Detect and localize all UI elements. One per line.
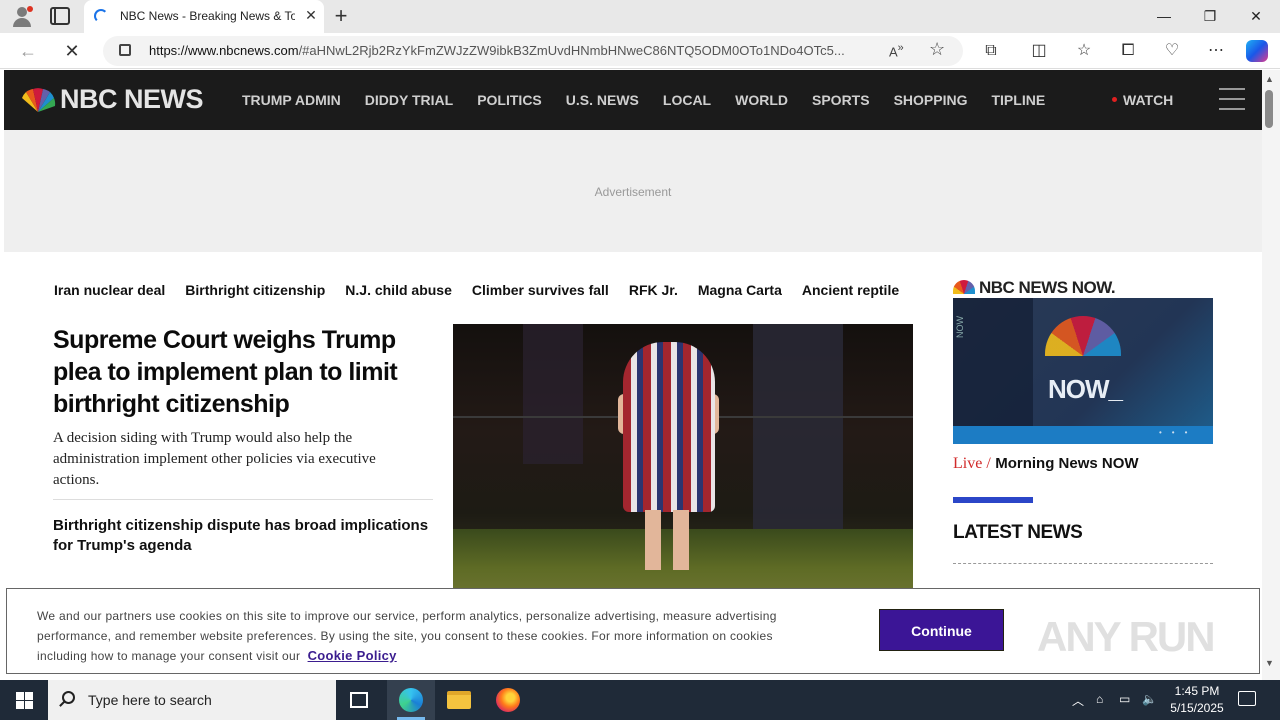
trending-topics: Iran nuclear deal Birthright citizenship… <box>54 282 899 298</box>
browser-essentials-icon[interactable]: ♡ <box>1162 41 1182 61</box>
collections-icon[interactable]: ⧠ <box>1118 41 1138 61</box>
section-accent-rule <box>953 497 1033 503</box>
minimize-button[interactable]: — <box>1141 4 1187 28</box>
topic-link[interactable]: Iran nuclear deal <box>54 282 165 298</box>
topic-link[interactable]: Magna Carta <box>698 282 782 298</box>
divider <box>53 499 433 500</box>
site-header: NBC NEWS TRUMP ADMIN DIDDY TRIAL POLITIC… <box>4 70 1262 130</box>
peacock-icon <box>953 280 975 294</box>
cookie-text: We and our partners use cookies on this … <box>37 609 777 663</box>
cookie-policy-link[interactable]: Cookie Policy <box>308 648 397 663</box>
page-scrollbar[interactable]: ▲ ▼ <box>1262 70 1280 680</box>
device-icon[interactable]: ⌂ <box>1096 692 1103 706</box>
live-video-player[interactable]: NOW NOW_ ••• <box>953 298 1213 444</box>
file-explorer-button[interactable] <box>435 680 483 720</box>
topic-link[interactable]: Ancient reptile <box>802 282 899 298</box>
advertisement-label: Advertisement <box>594 185 672 199</box>
address-bar[interactable]: https://www.nbcnews.com/#aHNwL2Rjb2RzYkF… <box>103 36 963 66</box>
live-show-title: Morning News NOW <box>995 455 1139 472</box>
firefox-icon <box>496 688 520 712</box>
divider <box>953 563 1213 564</box>
profile-icon[interactable] <box>10 5 34 29</box>
new-tab-button[interactable]: + <box>330 4 352 28</box>
browser-toolbar: ← ✕ https://www.nbcnews.com/#aHNwL2Rjb2R… <box>0 33 1280 69</box>
firefox-button[interactable] <box>484 680 532 720</box>
nav-us-news[interactable]: U.S. NEWS <box>566 92 639 108</box>
tab-actions-icon[interactable] <box>50 7 70 25</box>
lead-photo[interactable] <box>453 324 913 594</box>
live-show-link[interactable]: Live / Morning News NOW <box>953 455 1139 473</box>
main-nav: TRUMP ADMIN DIDDY TRIAL POLITICS U.S. NE… <box>242 92 1045 108</box>
cookie-banner: We and our partners use cookies on this … <box>6 588 1260 674</box>
nbc-news-logo[interactable]: NBC NEWS <box>60 84 204 115</box>
chevron-up-icon[interactable]: ︿ <box>1072 692 1084 709</box>
nav-diddy-trial[interactable]: DIDDY TRIAL <box>365 92 453 108</box>
search-icon <box>62 691 75 704</box>
now-video-title: NOW_ <box>1048 374 1123 404</box>
clock-time: 1:45 PM <box>1174 684 1220 698</box>
close-tab-icon[interactable]: ✕ <box>302 6 320 24</box>
puzzle-icon[interactable]: ⧉ <box>981 41 1001 61</box>
scroll-down-icon[interactable]: ▼ <box>1265 658 1274 668</box>
ellipsis-icon[interactable]: ⋯ <box>1206 41 1226 61</box>
search-placeholder: Type here to search <box>88 692 212 708</box>
tab-title: NBC News - Breaking News & To <box>120 9 295 23</box>
edge-icon <box>399 688 423 712</box>
video-dots-icon: ••• <box>1159 428 1198 437</box>
lead-headline[interactable]: Supreme Court weighs Trump plea to imple… <box>53 324 433 420</box>
nbc-news-now-logo[interactable]: NBC NEWS NOW. <box>953 278 1116 298</box>
topic-link[interactable]: RFK Jr. <box>629 282 678 298</box>
topic-link[interactable]: Birthright citizenship <box>185 282 325 298</box>
nav-local[interactable]: LOCAL <box>663 92 711 108</box>
task-view-icon <box>350 692 368 708</box>
web-page-viewport: NBC NEWS TRUMP ADMIN DIDDY TRIAL POLITIC… <box>4 70 1262 680</box>
continue-button[interactable]: Continue <box>879 609 1004 651</box>
topic-link[interactable]: N.J. child abuse <box>345 282 452 298</box>
read-aloud-icon[interactable]: A» <box>889 42 904 59</box>
close-window-button[interactable]: ✕ <box>1233 4 1279 28</box>
network-icon[interactable]: ▭ <box>1119 692 1130 706</box>
copilot-icon[interactable] <box>1246 40 1268 62</box>
split-screen-icon[interactable]: ◫ <box>1029 41 1049 61</box>
stop-icon[interactable]: ✕ <box>60 39 84 63</box>
favorites-icon[interactable]: ☆ <box>1074 41 1094 61</box>
latest-news-heading: LATEST NEWS <box>953 522 1083 543</box>
nav-world[interactable]: WORLD <box>735 92 788 108</box>
task-view-button[interactable] <box>336 680 384 720</box>
clock-date: 5/15/2025 <box>1170 701 1224 715</box>
anyrun-watermark: ANY RUN <box>1037 613 1216 660</box>
lead-dek: A decision siding with Trump would also … <box>53 430 376 488</box>
nav-politics[interactable]: POLITICS <box>477 92 542 108</box>
nav-shopping[interactable]: SHOPPING <box>894 92 968 108</box>
restore-button[interactable]: ❐ <box>1187 4 1233 28</box>
star-icon[interactable]: ☆ <box>929 39 945 60</box>
live-label: Live / <box>953 455 991 472</box>
edge-taskbar-button[interactable] <box>387 680 435 720</box>
nav-trump-admin[interactable]: TRUMP ADMIN <box>242 92 341 108</box>
browser-tab-active[interactable]: NBC News - Breaking News & To ✕ <box>84 0 324 33</box>
nav-sports[interactable]: SPORTS <box>812 92 870 108</box>
windows-taskbar: Type here to search ︿ ⌂ ▭ 🔈 1:45 PM 5/15… <box>0 680 1280 720</box>
lock-icon <box>119 44 131 56</box>
topic-link[interactable]: Climber survives fall <box>472 282 609 298</box>
notification-icon[interactable] <box>1238 691 1256 706</box>
scroll-up-icon[interactable]: ▲ <box>1265 74 1274 84</box>
nbc-peacock-icon[interactable] <box>20 88 56 112</box>
watch-live-link[interactable]: WATCH <box>1112 92 1173 108</box>
windows-start-icon[interactable] <box>16 692 33 709</box>
volume-icon[interactable]: 🔈 <box>1142 692 1157 706</box>
url-text[interactable]: https://www.nbcnews.com/#aHNwL2Rjb2RzYkF… <box>149 43 889 58</box>
ad-slot: Advertisement <box>4 130 1262 252</box>
loading-spinner-icon <box>94 9 108 23</box>
taskbar-search[interactable]: Type here to search <box>48 680 336 720</box>
scrollbar-thumb[interactable] <box>1265 90 1273 128</box>
related-headline[interactable]: Birthright citizenship dispute has broad… <box>53 516 433 556</box>
nav-tipline[interactable]: TIPLINE <box>991 92 1045 108</box>
browser-tab-strip: NBC News - Breaking News & To ✕ + — ❐ ✕ <box>0 0 1280 33</box>
taskbar-clock[interactable]: 1:45 PM 5/15/2025 <box>1162 683 1232 717</box>
folder-icon <box>447 691 471 709</box>
back-arrow-icon[interactable]: ← <box>16 39 40 63</box>
peacock-icon <box>1045 316 1121 356</box>
hamburger-menu-icon[interactable] <box>1219 88 1245 110</box>
